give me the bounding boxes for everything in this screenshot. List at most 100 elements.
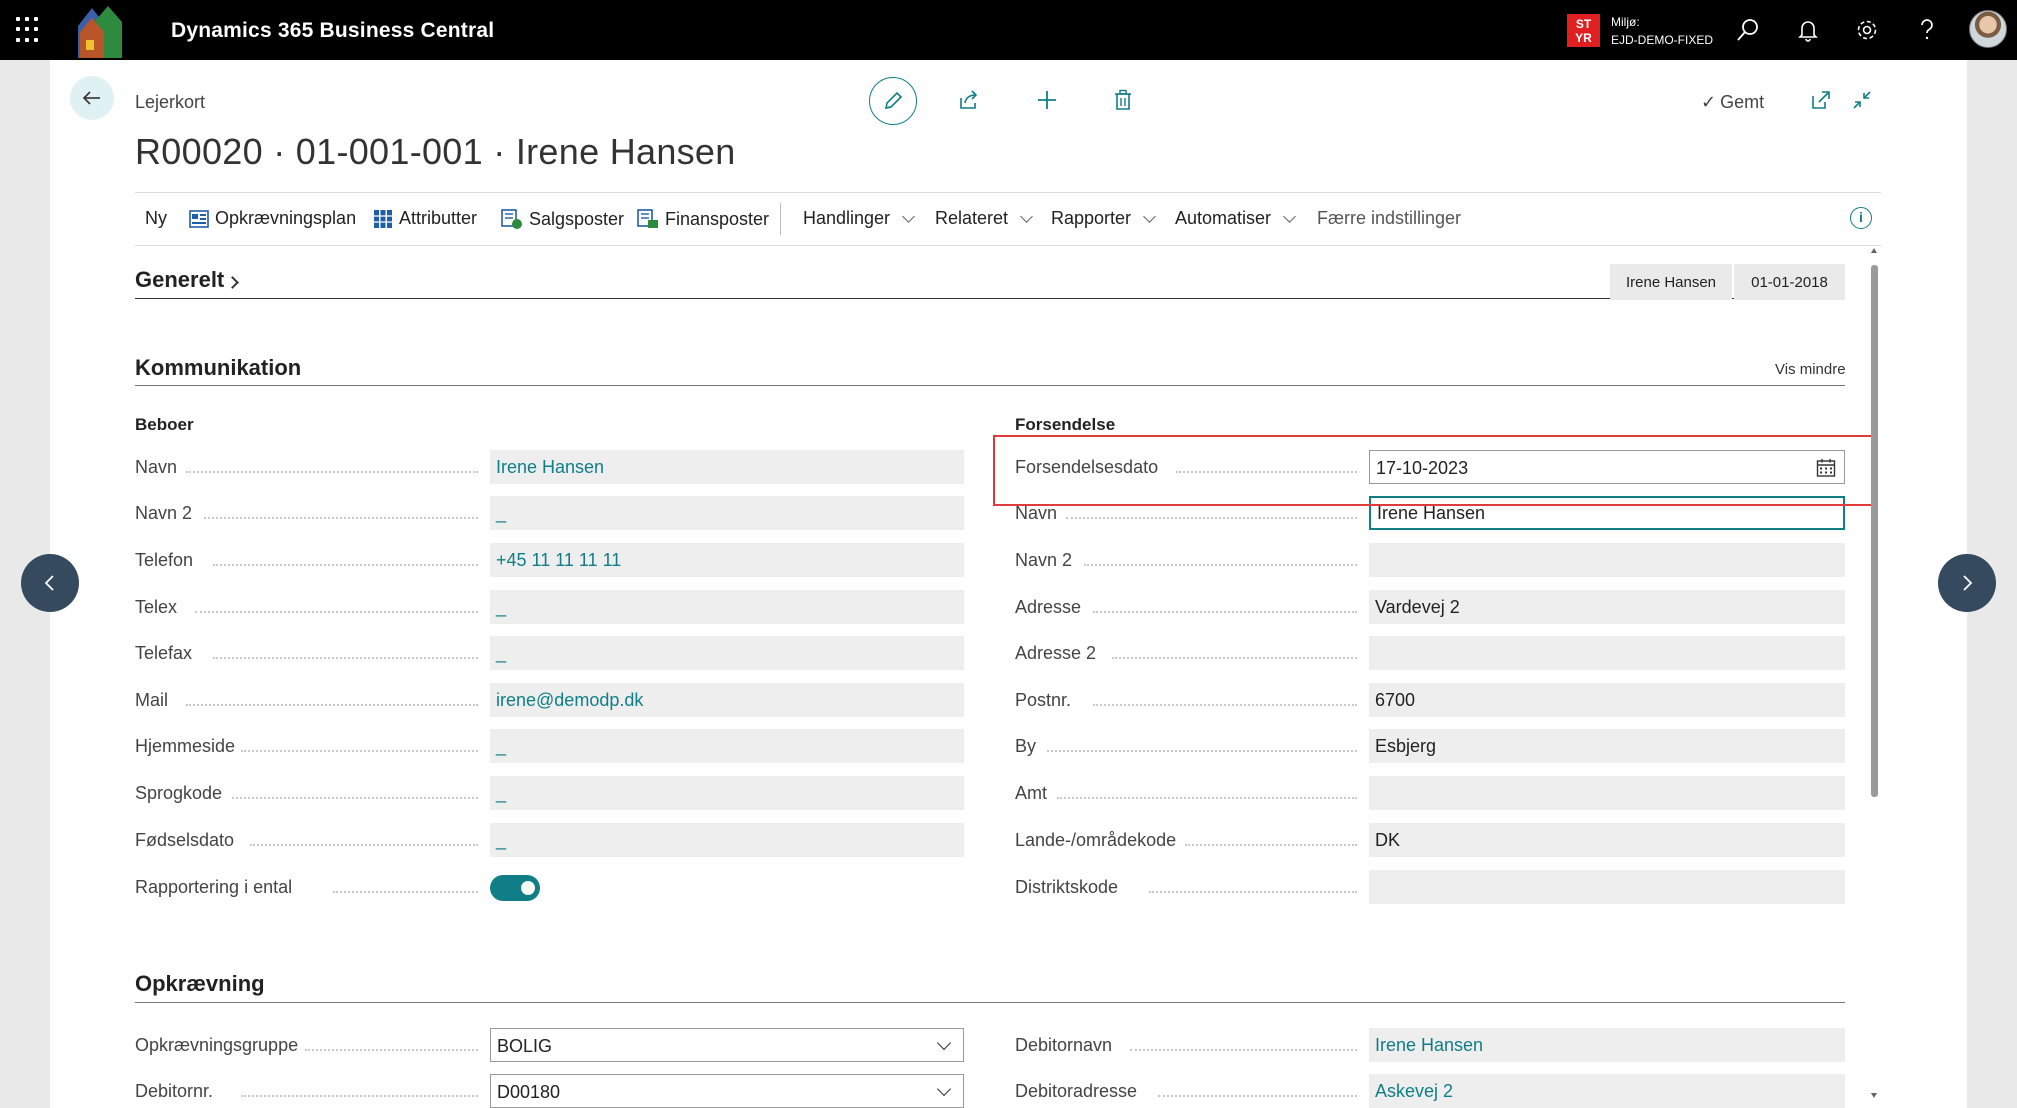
action-actions-menu[interactable]: Handlinger: [803, 208, 915, 229]
section-communication-header[interactable]: Kommunikation: [135, 355, 301, 381]
chevron-down-icon[interactable]: [936, 1035, 952, 1051]
top-bar: Dynamics 365 Business Central ST YR Milj…: [0, 0, 2017, 60]
shipping-city-input[interactable]: Esbjerg: [1369, 729, 1845, 763]
shipping-country-code-input[interactable]: DK: [1369, 823, 1845, 857]
page-title: R00020 · 01-001-001 · Irene Hansen: [135, 131, 736, 172]
shipping-county-leader-dots: [1056, 797, 1357, 799]
environment-badge[interactable]: ST YR: [1567, 14, 1600, 47]
resident-telex-input[interactable]: _: [490, 590, 964, 624]
billing-customer-no-value: D00180: [497, 1082, 561, 1102]
billing-customer-no-input[interactable]: D00180: [490, 1074, 964, 1108]
action-automate-menu[interactable]: Automatiser: [1175, 208, 1296, 229]
next-record-button[interactable]: [1938, 554, 1996, 612]
open-new-window-icon[interactable]: [1810, 89, 1832, 111]
saved-status: ✓ Gemt: [1701, 92, 1765, 112]
action-attributes[interactable]: Attributter: [373, 208, 477, 229]
resident-phone-value: +45 11 11 11 11: [496, 550, 622, 570]
resident-phone-input[interactable]: +45 11 11 11 11: [490, 543, 964, 577]
resident-telex-value: _: [496, 597, 507, 617]
billing-customer-address-label: Debitoradresse: [1015, 1081, 1138, 1101]
shipping-address-input[interactable]: Vardevej 2: [1369, 590, 1845, 624]
billing-customer-address-input[interactable]: Askevej 2: [1369, 1074, 1845, 1108]
resident-mail-input[interactable]: irene@demodp.dk: [490, 683, 964, 717]
resident-mail-value: irene@demodp.dk: [496, 690, 644, 710]
shipping-name2-input[interactable]: [1369, 543, 1845, 577]
breadcrumb: Lejerkort: [135, 92, 206, 112]
resident-birthdate-value: _: [496, 830, 507, 850]
shipping-name2-label: Navn 2: [1015, 550, 1073, 570]
show-less-link[interactable]: Vis mindre: [1775, 361, 1846, 378]
shipping-city-value: Esbjerg: [1375, 736, 1437, 756]
resident-website-leader-dots: [241, 750, 478, 752]
back-button[interactable]: [70, 76, 114, 120]
search-icon[interactable]: [1733, 15, 1763, 45]
general-summary-date: 01-01-2018: [1734, 264, 1845, 300]
resident-language-input[interactable]: _: [490, 776, 964, 810]
resident-name2-input[interactable]: _: [490, 496, 964, 530]
settings-gear-icon[interactable]: [1852, 15, 1882, 45]
app-title[interactable]: Dynamics 365 Business Central: [171, 19, 494, 43]
action-finance-entries[interactable]: Finansposter: [637, 208, 769, 230]
shipping-city-label: By: [1015, 736, 1037, 756]
chevron-down-icon: [902, 209, 915, 223]
shipping-country-code-leader-dots: [1185, 844, 1357, 846]
shipping-address2-input[interactable]: [1369, 636, 1845, 670]
notification-bell-icon[interactable]: [1793, 15, 1823, 45]
user-avatar[interactable]: [1969, 10, 2007, 48]
shipping-postcode-leader-dots: [1093, 704, 1357, 706]
general-summary-name: Irene Hansen: [1610, 264, 1732, 300]
delete-button[interactable]: [1109, 86, 1137, 114]
collapse-icon[interactable]: [1851, 89, 1873, 111]
billing-customer-name-label: Debitornavn: [1015, 1035, 1113, 1055]
resident-website-input[interactable]: _: [490, 729, 964, 763]
share-icon: [960, 90, 978, 109]
edit-button[interactable]: [869, 77, 917, 125]
action-fewer-options[interactable]: Færre indstillinger: [1317, 208, 1461, 229]
section-communication-divider: [135, 385, 1845, 386]
sales-entries-icon: [501, 209, 522, 229]
billing-group-input[interactable]: BOLIG: [490, 1028, 964, 1062]
info-icon[interactable]: i: [1850, 207, 1872, 229]
scroll-up-arrow-icon[interactable]: [1870, 247, 1878, 255]
scrollbar-thumb[interactable]: [1871, 265, 1878, 797]
shipping-county-input[interactable]: [1369, 776, 1845, 810]
trash-icon: [1115, 89, 1131, 110]
shipping-district-code-leader-dots: [1148, 891, 1357, 893]
action-reports-menu[interactable]: Rapporter: [1051, 208, 1156, 229]
action-new[interactable]: Ny: [145, 208, 167, 229]
action-sales-entries[interactable]: Salgsposter: [501, 208, 624, 230]
environment-label[interactable]: Miljø: EJD-DEMO-FIXED: [1611, 13, 1713, 49]
chevron-down-icon: [1020, 209, 1033, 223]
section-billing-header[interactable]: Opkrævning: [135, 971, 265, 997]
shipping-address-value: Vardevej 2: [1375, 597, 1460, 617]
shipping-country-code-value: DK: [1375, 830, 1401, 850]
chevron-down-icon[interactable]: [936, 1081, 952, 1097]
billing-group-leader-dots: [305, 1049, 478, 1051]
resident-telex-leader-dots: [195, 611, 478, 613]
shipping-name-value: Irene Hansen: [1377, 503, 1486, 523]
scroll-down-arrow-icon[interactable]: [1870, 1091, 1878, 1099]
action-billing-plan[interactable]: Opkrævningsplan: [189, 208, 356, 229]
vertical-scrollbar[interactable]: [1867, 247, 1881, 1107]
resident-birthdate-input[interactable]: _: [490, 823, 964, 857]
action-related-menu[interactable]: Relateret: [935, 208, 1033, 229]
new-record-button[interactable]: [1033, 86, 1061, 114]
previous-record-button[interactable]: [21, 554, 79, 612]
billing-group-value: BOLIG: [497, 1036, 553, 1056]
action-bar: Ny Opkrævningsplan Attributter Salgspost…: [135, 192, 1881, 246]
resident-birthdate-leader-dots: [250, 844, 478, 846]
help-icon[interactable]: [1912, 15, 1942, 45]
resident-phone-leader-dots: [213, 564, 478, 566]
resident-name-input[interactable]: Irene Hansen: [490, 450, 964, 484]
share-button[interactable]: [955, 86, 983, 114]
resident-singular-reporting-toggle[interactable]: [490, 875, 540, 901]
resident-fax-input[interactable]: _: [490, 636, 964, 670]
chevron-right-icon: [1963, 575, 1973, 591]
billing-customer-name-input[interactable]: Irene Hansen: [1369, 1028, 1845, 1062]
app-launcher-icon[interactable]: [16, 17, 42, 43]
shipping-postcode-input[interactable]: 6700: [1369, 683, 1845, 717]
resident-mail-label: Mail: [135, 690, 169, 710]
section-general-header[interactable]: Generelt: [135, 267, 240, 293]
shipping-county-label: Amt: [1015, 783, 1048, 803]
shipping-district-code-input[interactable]: [1369, 870, 1845, 904]
